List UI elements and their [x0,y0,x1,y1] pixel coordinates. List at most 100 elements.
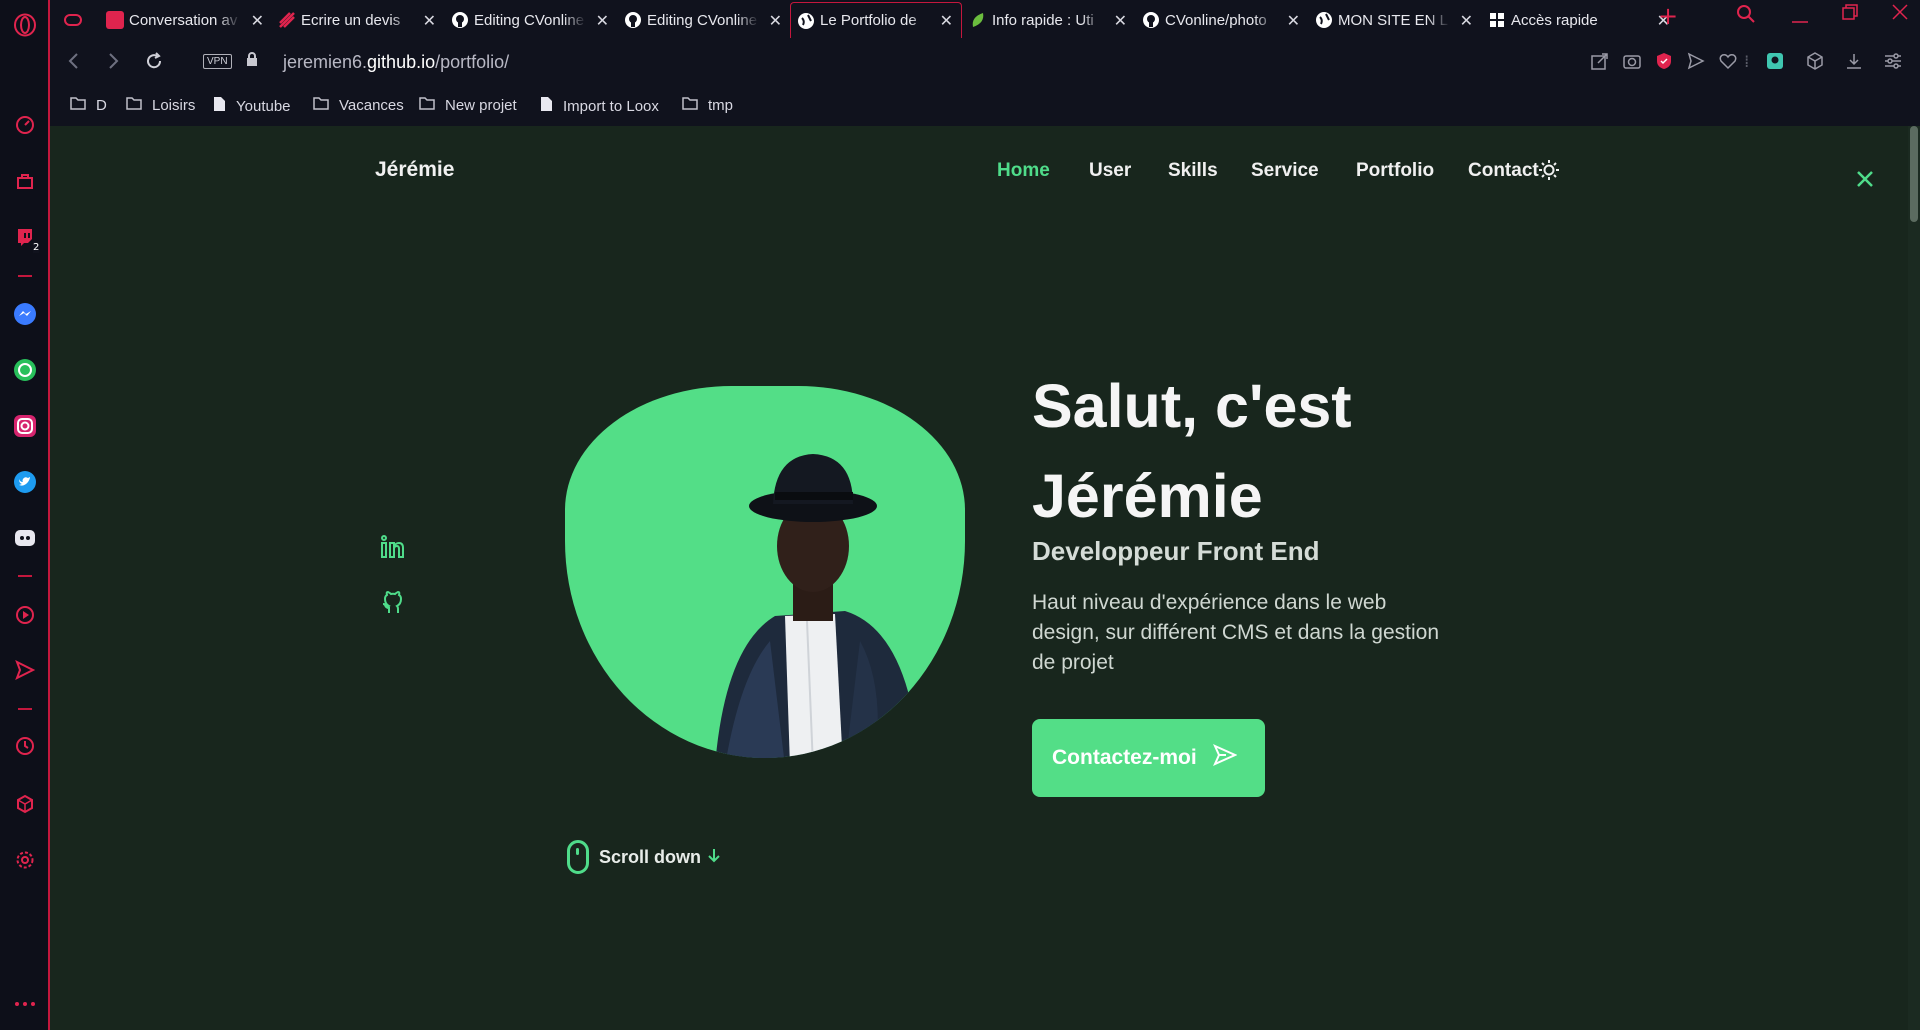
tab-label: Accès rapide [1511,11,1598,29]
tab-6[interactable]: CVonline/photo ✕ [1136,2,1308,38]
tab-bar: Conversation av ✕ Ecrire un devis ✕ Edit… [50,0,1920,38]
close-tab-icon[interactable]: ✕ [251,11,264,30]
bookmark-label: Loisirs [152,96,196,114]
shield-icon[interactable] [1655,52,1673,75]
player-icon[interactable] [13,603,37,627]
gamepad-icon [64,11,82,29]
lock-icon[interactable] [246,52,258,71]
speed-dial-icon[interactable] [13,113,37,137]
share-icon[interactable] [1591,52,1609,75]
hero-title-line2: Jérémie [1032,462,1263,530]
close-window-icon[interactable] [1892,4,1908,25]
bookmark-label: New projet [445,96,517,114]
instagram-icon[interactable] [13,414,37,438]
forward-icon[interactable] [105,51,121,76]
page-scrollbar[interactable] [1908,126,1920,1030]
file-icon [540,96,553,116]
close-tab-icon[interactable]: ✕ [940,11,953,30]
reload-icon[interactable] [144,51,164,76]
bookmark-page[interactable]: Youtube [213,96,291,116]
close-tab-icon[interactable]: ✕ [769,11,782,30]
close-menu-icon[interactable] [1855,166,1875,196]
close-tab-icon[interactable]: ✕ [1287,11,1300,30]
tab-label: CVonline/photo [1165,11,1267,29]
bookmark-page[interactable]: Import to Loox [540,96,659,116]
tab-4-active[interactable]: Le Portfolio de ✕ [790,2,962,38]
nav-contact[interactable]: Contact [1468,160,1539,182]
bookmark-folder[interactable]: New projet [419,96,517,114]
site-logo[interactable]: Jérémie [375,158,454,182]
easy-setup-icon[interactable] [1884,52,1902,75]
tab-search-icon[interactable] [1736,4,1756,29]
globe-icon [1315,11,1333,29]
extension-icon[interactable] [1766,52,1784,75]
messenger-icon[interactable] [13,302,37,326]
vpn-badge[interactable]: VPN [203,54,232,69]
nav-home[interactable]: Home [997,160,1050,182]
scrollbar-thumb[interactable] [1910,126,1918,222]
twitter-icon[interactable] [13,470,37,494]
url-field[interactable]: jeremien6.github.io/portfolio/ [283,52,509,73]
tab-0[interactable]: Conversation av ✕ [100,2,272,38]
send-icon [1212,743,1238,773]
web-page: Jérémie Home User Skills Service Portfol… [50,126,1920,1030]
contact-me-button[interactable]: Contactez-moi [1032,719,1265,797]
url-prefix: jeremien6. [283,52,368,72]
bookmark-label: D [96,96,107,114]
close-tab-icon[interactable]: ✕ [596,11,609,30]
send-icon[interactable] [13,658,37,682]
workspaces-button[interactable] [58,2,84,38]
close-tab-icon[interactable]: ✕ [423,11,436,30]
close-tab-icon[interactable]: ✕ [1460,11,1473,30]
arrow-down-icon [707,847,721,868]
url-path: /portfolio/ [435,52,510,72]
back-icon[interactable] [66,51,82,76]
opera-logo-icon[interactable] [13,13,37,37]
nav-service[interactable]: Service [1251,160,1319,182]
tab-2[interactable]: Editing CVonline ✕ [445,2,617,38]
new-tab-plus-icon[interactable]: + [1658,2,1678,30]
whatsapp-icon[interactable] [13,358,37,382]
bookmark-folder[interactable]: D [70,96,107,114]
close-tab-icon[interactable]: ✕ [1114,11,1127,30]
tab-label: Info rapide : Uti [992,11,1094,29]
send-arrow-icon[interactable] [1687,52,1705,75]
more-options-icon[interactable] [13,992,37,1016]
nav-skills[interactable]: Skills [1168,160,1218,182]
nav-portfolio[interactable]: Portfolio [1356,160,1434,182]
tab-1[interactable]: Ecrire un devis ✕ [272,2,444,38]
restore-icon[interactable] [1842,4,1858,25]
heart-icon[interactable] [1719,52,1737,75]
settings-gear-icon[interactable] [13,848,37,872]
tab-5[interactable]: Info rapide : Uti ✕ [963,2,1135,38]
bag-icon[interactable] [13,169,37,193]
history-icon[interactable] [13,734,37,758]
tab-3[interactable]: Editing CVonline ✕ [618,2,790,38]
extensions-icon[interactable] [13,792,37,816]
cube-icon[interactable] [1806,52,1824,75]
url-domain: github.io [367,52,436,72]
folder-icon [313,96,329,114]
nav-user[interactable]: User [1089,160,1131,182]
tab-label: Conversation av [129,11,238,29]
bookmark-folder[interactable]: Loisirs [126,96,195,114]
scroll-down-link[interactable]: Scroll down [567,840,721,874]
tab-7[interactable]: MON SITE EN L ✕ [1309,2,1481,38]
theme-toggle-sun-icon[interactable] [1538,159,1560,187]
discord-icon[interactable] [13,526,37,550]
bookmark-folder[interactable]: Vacances [313,96,404,114]
github-icon[interactable] [380,589,406,621]
bookmark-folder[interactable]: tmp [682,96,733,114]
twitch-badge: 2 [33,242,40,253]
bookmark-label: Import to Loox [563,97,659,115]
tab-label: MON SITE EN L [1338,11,1449,29]
minimize-icon[interactable] [1792,4,1808,29]
globe-icon [797,12,815,30]
scroll-down-label: Scroll down [599,846,702,867]
camera-icon[interactable] [1623,52,1641,75]
download-icon[interactable] [1845,52,1863,75]
tab-8[interactable]: Accès rapide ✕ [1482,2,1678,38]
file-icon [213,96,226,116]
bookmarks-bar: D Loisirs Youtube Vacances New projet Im… [50,88,1920,126]
linkedin-icon[interactable] [380,534,406,566]
